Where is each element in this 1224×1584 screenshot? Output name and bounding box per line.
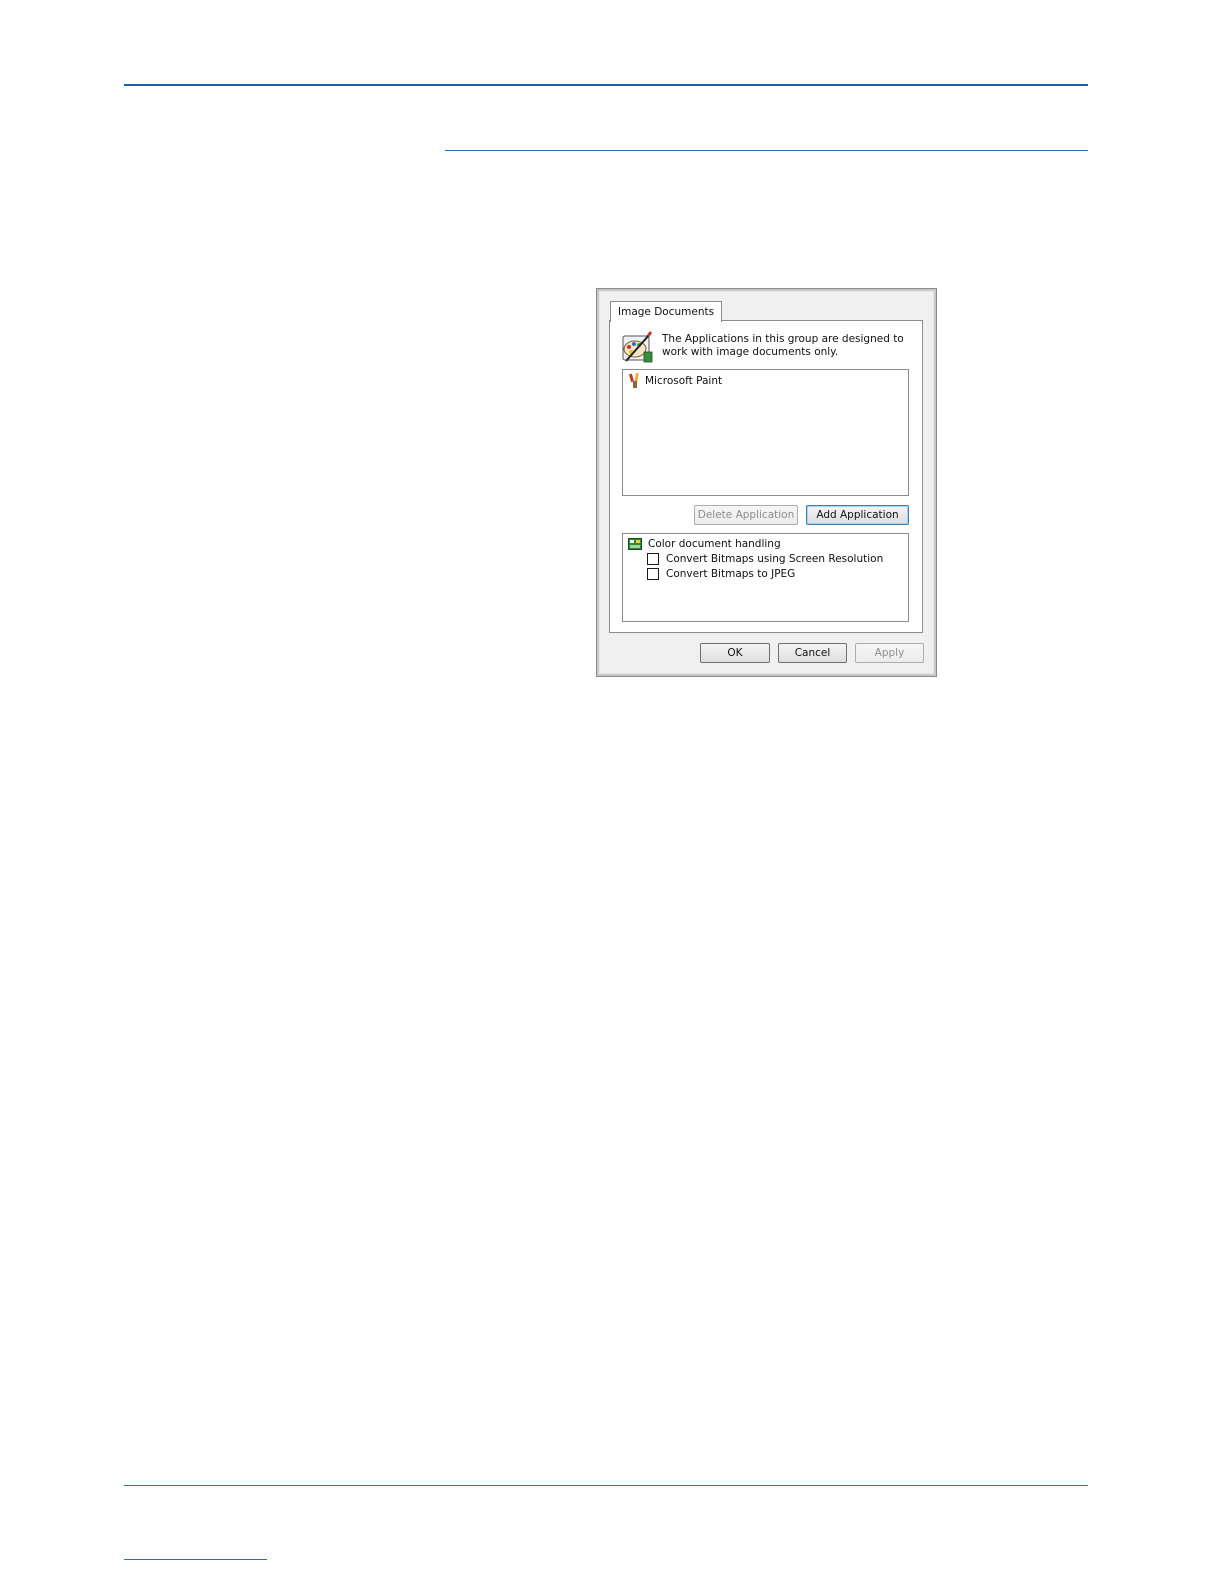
options-header-label: Color document handling (648, 537, 781, 550)
option-screen-resolution[interactable]: Convert Bitmaps using Screen Resolution (647, 551, 883, 566)
option-label: Convert Bitmaps using Screen Resolution (666, 552, 884, 565)
paint-palette-icon (622, 331, 653, 363)
footer-link-underline (124, 1559, 267, 1560)
list-item[interactable]: Microsoft Paint (628, 373, 722, 389)
options-header: Color document handling (628, 536, 781, 551)
group-description: The Applications in this group are desig… (662, 333, 904, 358)
paint-brush-icon (628, 373, 639, 388)
add-application-button[interactable]: Add Application (806, 505, 909, 525)
application-list[interactable]: Microsoft Paint (622, 369, 909, 496)
options-box: Color document handling Convert Bitmaps … (622, 533, 909, 622)
header-rule (124, 84, 1088, 86)
tab-panel: The Applications in this group are desig… (609, 320, 923, 633)
application-name: Microsoft Paint (645, 375, 723, 387)
option-label: Convert Bitmaps to JPEG (666, 567, 796, 580)
delete-application-button[interactable]: Delete Application (694, 505, 798, 525)
ok-button[interactable]: OK (700, 643, 770, 663)
jpeg-checkbox[interactable] (647, 567, 659, 580)
apply-button[interactable]: Apply (855, 643, 924, 663)
option-jpeg[interactable]: Convert Bitmaps to JPEG (647, 566, 795, 581)
color-document-icon (628, 537, 642, 550)
section-rule (445, 150, 1088, 151)
screen-resolution-checkbox[interactable] (647, 552, 659, 565)
tab-image-documents[interactable]: Image Documents (610, 301, 723, 322)
tab-label: Image Documents (618, 306, 715, 318)
cancel-button[interactable]: Cancel (778, 643, 847, 663)
image-documents-dialog: Image Documents The Applications in this… (596, 288, 937, 677)
footer-rule (124, 1485, 1088, 1486)
